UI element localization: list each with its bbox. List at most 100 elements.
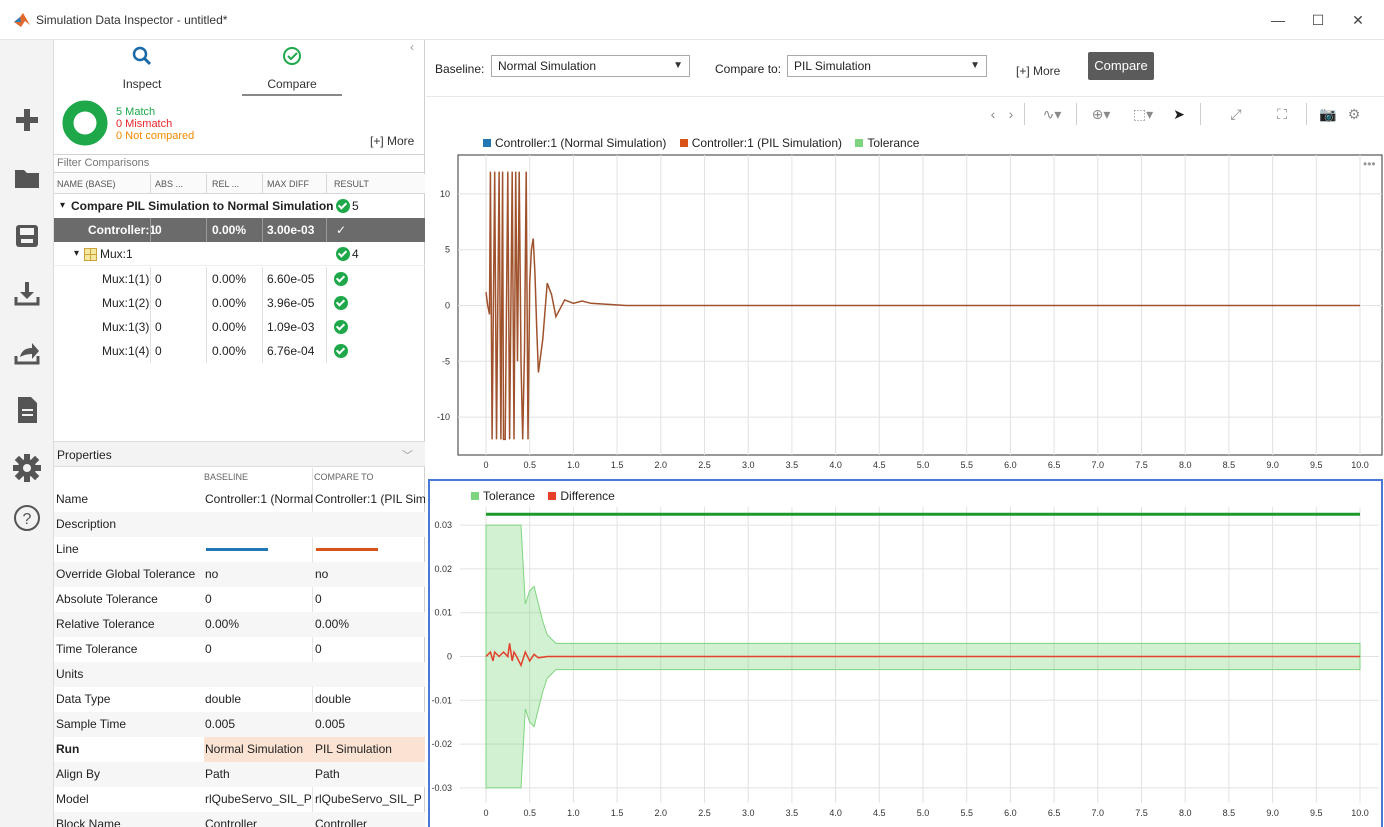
row-abs: 0 xyxy=(155,272,162,286)
property-key: Model xyxy=(56,792,89,806)
property-row[interactable]: Data Type double double xyxy=(54,687,425,712)
comparison-table-header: NAME (BASE) ABS ... REL ... MAX DIFF RES… xyxy=(54,174,425,194)
property-row[interactable]: Sample Time 0.005 0.005 xyxy=(54,712,425,737)
match-check-icon xyxy=(334,296,348,310)
property-row[interactable]: Line xyxy=(54,537,425,562)
property-key: Absolute Tolerance xyxy=(56,592,158,606)
filter-comparisons-input[interactable]: Filter Comparisons xyxy=(54,154,425,173)
folder-icon[interactable] xyxy=(11,162,43,194)
table-row-mux[interactable]: ▾ Mux:1 4 xyxy=(54,242,425,266)
property-baseline: double xyxy=(205,692,242,706)
settings-icon[interactable] xyxy=(11,452,43,484)
table-row[interactable]: Mux:1(3) 0 0.00% 1.09e-03 xyxy=(54,315,425,339)
group-match-count: 5 xyxy=(352,199,359,213)
help-icon[interactable]: ? xyxy=(11,502,43,534)
legend-item: Tolerance xyxy=(867,136,920,150)
property-key: Relative Tolerance xyxy=(56,617,155,631)
title-bar: Simulation Data Inspector - untitled* — … xyxy=(0,0,1384,40)
property-compare: 0 xyxy=(315,592,322,606)
property-row[interactable]: Model rlQubeServo_SIL_P rlQubeServo_SIL_P xyxy=(54,787,425,812)
match-check-icon xyxy=(336,199,350,213)
x-tick-label: 0.5 xyxy=(523,808,536,818)
comparison-summary: 5 Match 0 Mismatch 0 Not compared [+] Mo… xyxy=(54,98,425,152)
property-baseline: Controller xyxy=(205,817,258,827)
expand-group-icon[interactable]: ▾ xyxy=(60,194,65,218)
legend-item: Difference xyxy=(560,489,615,503)
settings-gear-icon[interactable]: ⚙ xyxy=(1344,103,1364,125)
col-max-diff[interactable]: MAX DIFF xyxy=(267,179,309,189)
fullscreen-icon[interactable]: ⛶ xyxy=(1272,103,1292,125)
compare-line-swatch[interactable] xyxy=(316,548,378,551)
table-row[interactable]: Mux:1(2) 0 0.00% 3.96e-05 xyxy=(54,291,425,315)
save-icon[interactable] xyxy=(11,220,43,252)
more-summary-link[interactable]: [+] More xyxy=(370,134,414,148)
y-tick-label: -10 xyxy=(437,412,450,422)
tab-compare[interactable]: Compare xyxy=(222,40,362,96)
property-row[interactable]: Absolute Tolerance 0 0 xyxy=(54,587,425,612)
expand-mux-icon[interactable]: ▾ xyxy=(74,242,79,266)
y-tick-label: -0.01 xyxy=(431,695,452,705)
add-icon[interactable] xyxy=(11,104,43,136)
forward-icon[interactable]: › xyxy=(1004,103,1018,125)
match-count: 5 Match xyxy=(116,106,156,118)
minimize-button[interactable]: — xyxy=(1258,8,1298,32)
property-key: Description xyxy=(56,517,117,531)
property-row[interactable]: Override Global Tolerance no no xyxy=(54,562,425,587)
y-tick-label: -0.02 xyxy=(431,739,452,749)
x-tick-label: 10.0 xyxy=(1351,808,1369,818)
signal-style-icon[interactable]: ∿▾ xyxy=(1034,103,1070,125)
close-button[interactable]: ✕ xyxy=(1338,8,1378,32)
x-tick-label: 6.5 xyxy=(1048,808,1061,818)
signal-plot[interactable]: Controller:1 (Normal Simulation) Control… xyxy=(428,136,1384,475)
difference-plot[interactable]: Tolerance Difference 0 0.5 1.0 1.5 2.0 2.5 3.0… xyxy=(428,479,1383,827)
baseline-line-swatch[interactable] xyxy=(206,548,268,551)
property-row[interactable]: Run Normal Simulation PIL Simulation xyxy=(54,737,425,762)
cursor-icon[interactable]: ➤ xyxy=(1166,103,1192,125)
compare-to-label: Compare to: xyxy=(715,62,782,76)
col-rel[interactable]: REL ... xyxy=(212,179,239,189)
col-name-base[interactable]: NAME (BASE) xyxy=(57,179,116,189)
back-icon[interactable]: ‹ xyxy=(986,103,1000,125)
maximize-button[interactable]: ☐ xyxy=(1298,8,1338,32)
baseline-select[interactable]: Normal Simulation ▼ xyxy=(491,55,690,77)
table-row[interactable]: Mux:1(4) 0 0.00% 6.76e-04 xyxy=(54,339,425,363)
check-icon: ✓ xyxy=(336,223,347,237)
x-tick-label: 2.0 xyxy=(655,460,668,470)
property-baseline: rlQubeServo_SIL_P xyxy=(205,792,312,806)
property-row[interactable]: Description xyxy=(54,512,425,537)
chevron-down-icon[interactable]: ﹀ xyxy=(402,447,413,463)
collapse-panel-icon[interactable]: ‹ xyxy=(410,40,422,54)
more-options-link[interactable]: [+] More xyxy=(1016,64,1060,78)
share-icon[interactable] xyxy=(11,336,43,368)
camera-icon[interactable]: 📷 xyxy=(1318,103,1338,125)
col-result[interactable]: RESULT xyxy=(334,179,369,189)
tab-inspect[interactable]: Inspect xyxy=(72,40,212,96)
compare-button[interactable]: Compare xyxy=(1088,52,1154,80)
property-baseline: 0 xyxy=(205,642,212,656)
property-row[interactable]: Time Tolerance 0 0 xyxy=(54,637,425,662)
property-row[interactable]: Block Name Controller Controller xyxy=(54,812,425,827)
x-tick-label: 6.0 xyxy=(1004,808,1017,818)
row-rel: 0.00% xyxy=(212,320,247,334)
comparison-group-row[interactable]: ▾ Compare PIL Simulation to Normal Simul… xyxy=(54,194,425,218)
report-icon[interactable] xyxy=(11,394,43,426)
difference-plot-canvas[interactable]: 0 0.5 1.0 1.5 2.0 2.5 3.0 3.5 4.0 4.5 5.0 5.5 6.0 6.5… xyxy=(430,481,1381,827)
match-check-icon xyxy=(336,247,350,261)
zoom-box-icon[interactable]: ⬚▾ xyxy=(1126,103,1160,125)
col-abs[interactable]: ABS ... xyxy=(155,179,183,189)
property-row[interactable]: Name Controller:1 (Normal Controller:1 (PI… xyxy=(54,487,425,512)
compare-to-select[interactable]: PIL Simulation ▼ xyxy=(787,55,987,77)
zoom-in-icon[interactable]: ⊕▾ xyxy=(1084,103,1118,125)
fit-to-view-icon[interactable]: ⤢ xyxy=(1226,103,1246,125)
property-row[interactable]: Units xyxy=(54,662,425,687)
property-row[interactable]: Relative Tolerance 0.00% 0.00% xyxy=(54,612,425,637)
properties-header[interactable]: Properties ﹀ xyxy=(54,441,425,467)
property-compare: Controller:1 (PIL Sim xyxy=(315,492,425,506)
table-row[interactable]: Mux:1(1) 0 0.00% 6.60e-05 xyxy=(54,267,425,291)
signal-plot-canvas[interactable]: 0 0.5 1.0 1.5 2.0 2.5 3.0 3.5 4.0 4.5 5.0 5.5 6.0 6.5… xyxy=(428,150,1384,475)
y-tick-label: 0 xyxy=(447,652,452,662)
import-icon[interactable] xyxy=(11,278,43,310)
table-row-selected[interactable]: Controller:1 0 0.00% 3.00e-03 ✓ xyxy=(54,218,425,242)
more-options-icon: ••• xyxy=(1363,157,1376,171)
property-row[interactable]: Align By Path Path xyxy=(54,762,425,787)
